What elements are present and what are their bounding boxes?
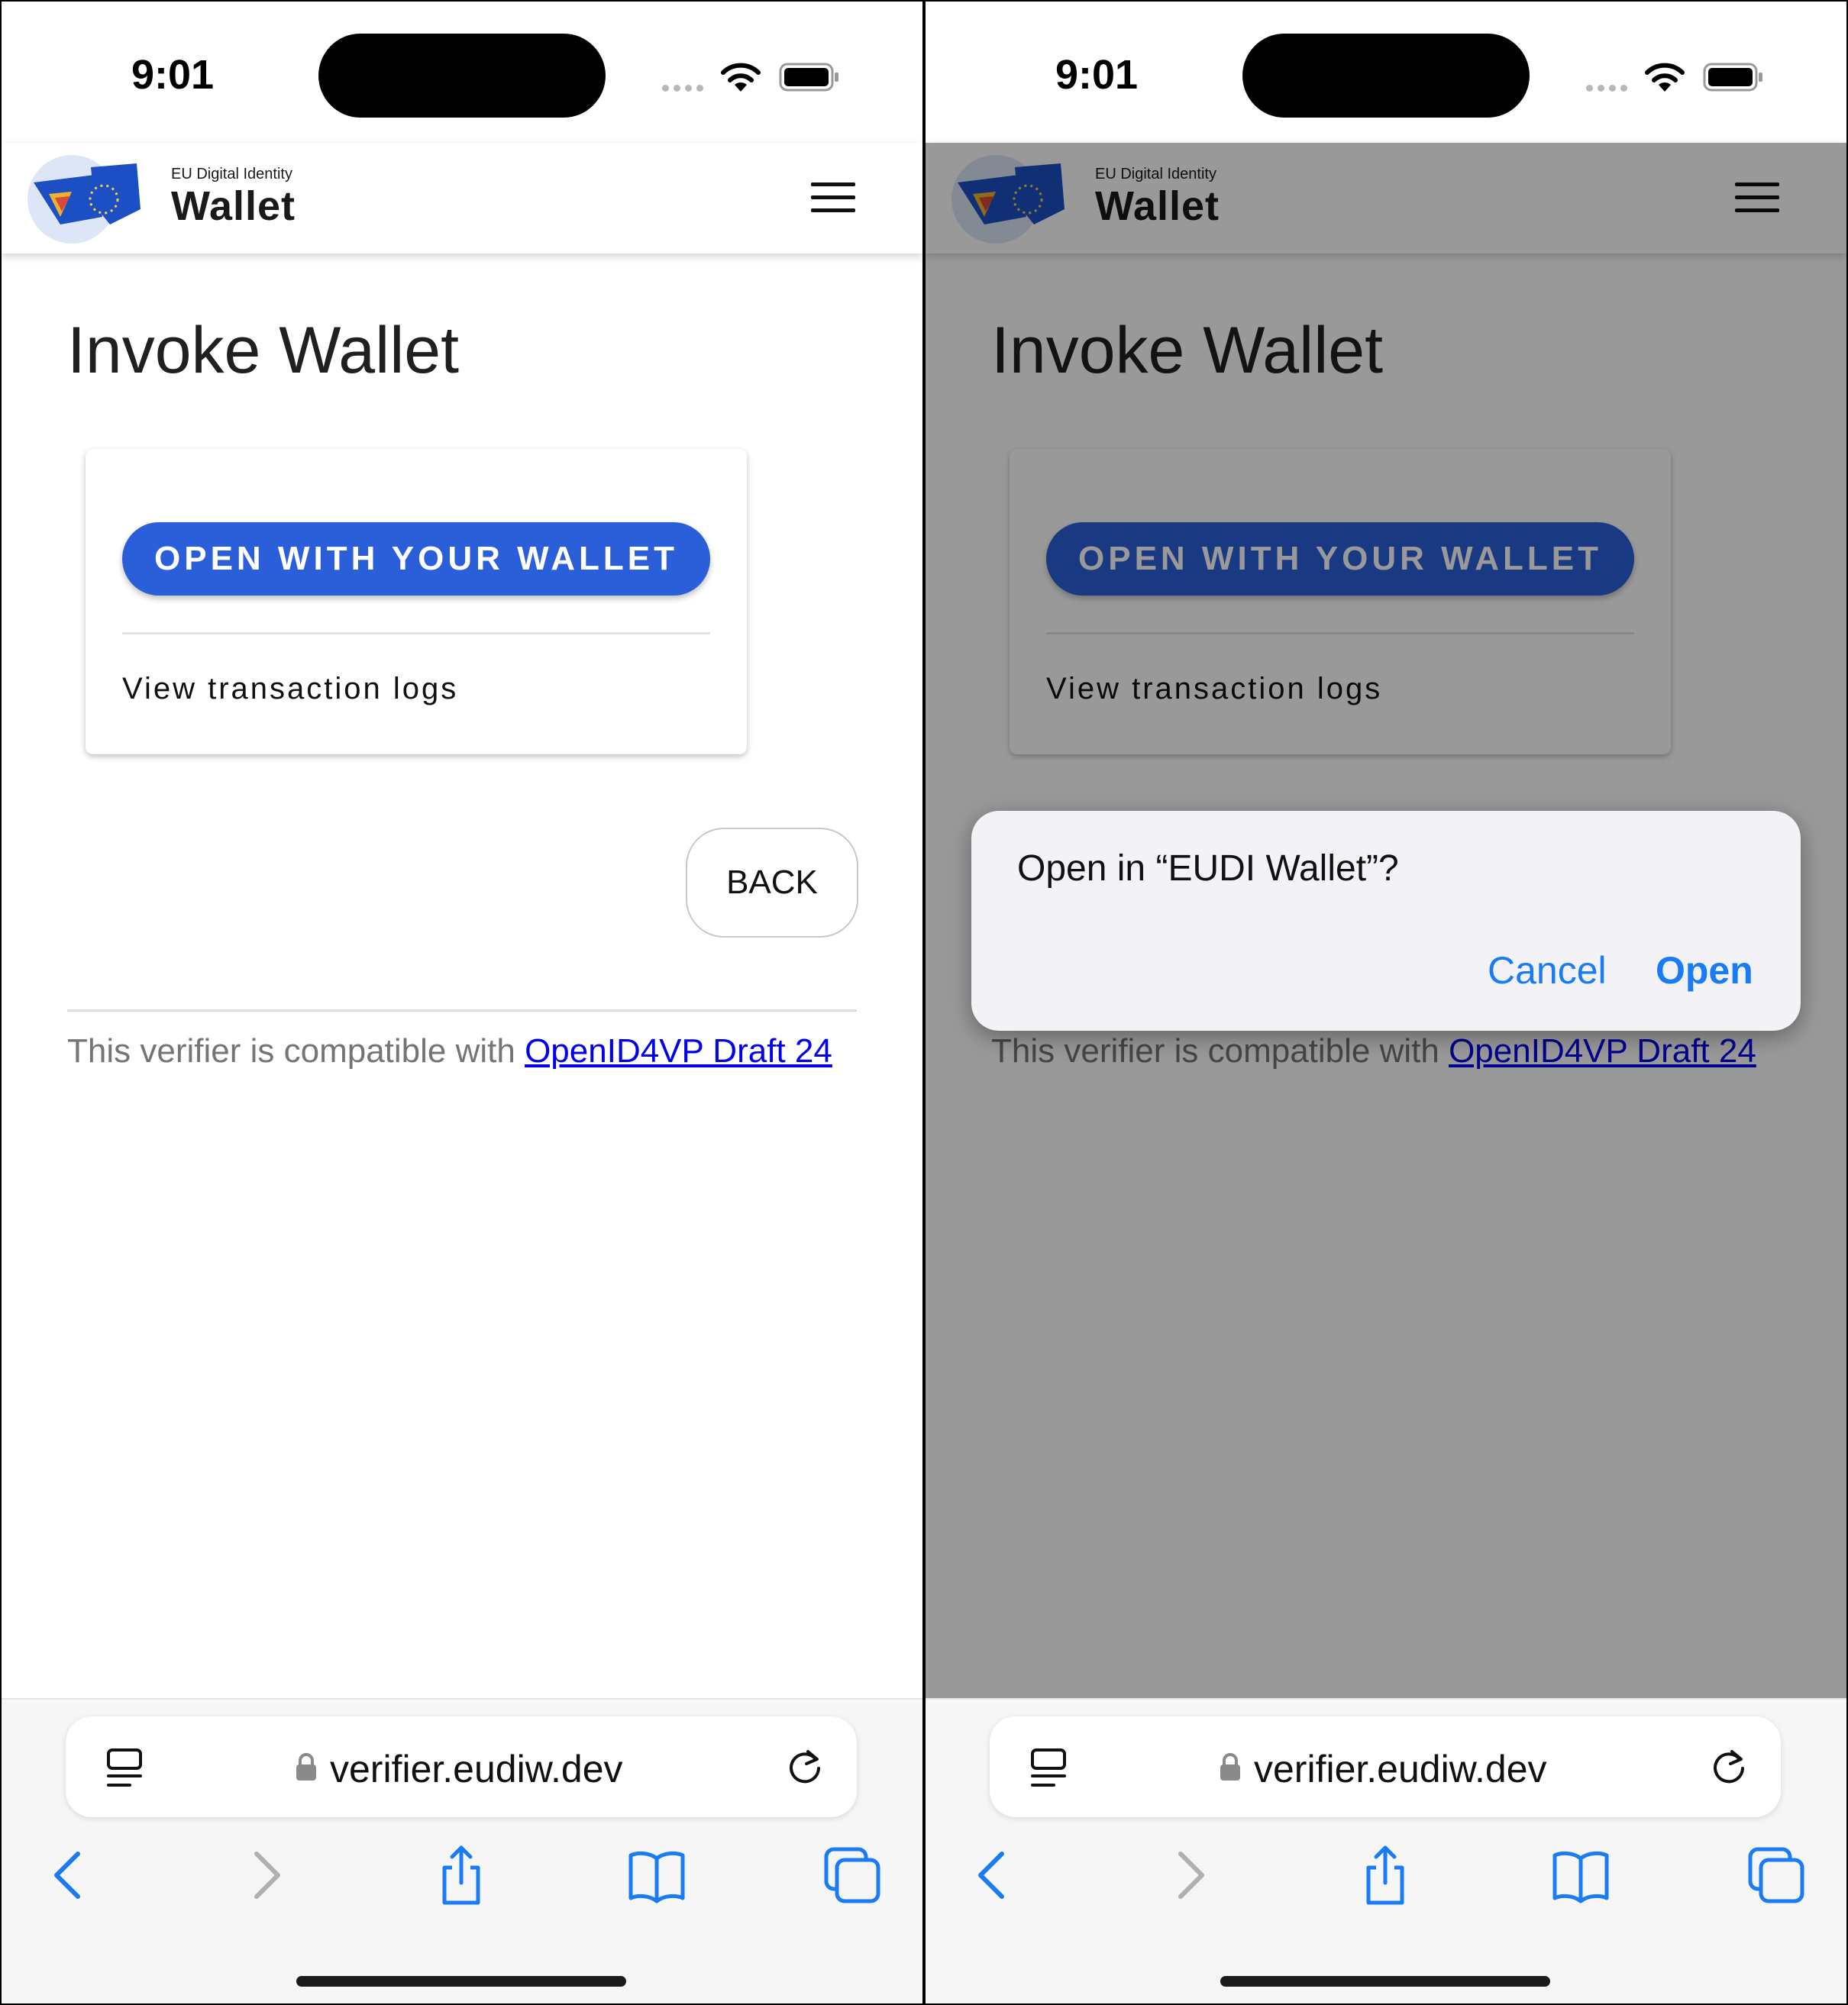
- page-menu-icon[interactable]: [1029, 1747, 1068, 1790]
- divider: [122, 632, 710, 634]
- open-app-dialog: Open in “EUDI Wallet”? Cancel Open: [971, 811, 1801, 1031]
- dialog-title: Open in “EUDI Wallet”?: [1017, 848, 1399, 889]
- tabs-icon[interactable]: [1746, 1845, 1807, 1906]
- reload-icon[interactable]: [1707, 1745, 1750, 1788]
- back-chevron-icon[interactable]: [38, 1845, 99, 1906]
- wallet-card: OPEN WITH YOUR WALLET View transaction l…: [86, 449, 747, 754]
- lock-icon: [296, 1753, 316, 1781]
- address-bar[interactable]: verifier.eudiw.dev: [66, 1716, 857, 1817]
- divider: [67, 1009, 857, 1012]
- tabs-icon[interactable]: [822, 1845, 883, 1906]
- dynamic-island: [1242, 34, 1530, 118]
- compatibility-text: This verifier is compatible with: [67, 1032, 525, 1070]
- openid4vp-link[interactable]: OpenID4VP Draft 24: [525, 1032, 832, 1070]
- dialog-open-button[interactable]: Open: [1656, 948, 1753, 993]
- site-header: EU Digital Identity Wallet: [2, 143, 922, 253]
- view-transaction-logs-link[interactable]: View transaction logs: [122, 672, 458, 706]
- browser-toolbar: verifier.eudiw.dev: [926, 1698, 1846, 2003]
- lock-icon: [1220, 1753, 1240, 1781]
- clock: 9:01: [131, 52, 215, 98]
- wifi-icon: [721, 63, 761, 92]
- compatibility-note: This verifier is compatible with OpenID4…: [67, 1032, 832, 1070]
- back-chevron-icon[interactable]: [962, 1845, 1023, 1906]
- dialog-cancel-button[interactable]: Cancel: [1488, 948, 1607, 993]
- battery-icon: [1703, 63, 1762, 92]
- browser-toolbar: verifier.eudiw.dev: [2, 1698, 922, 2003]
- cellular-signal-icon: [662, 82, 709, 92]
- url-text[interactable]: verifier.eudiw.dev: [1254, 1747, 1547, 1791]
- cellular-signal-icon: [1586, 82, 1633, 92]
- phone-screen-with-dialog: 9:01 EU Digital Identity Wallet Invoke W…: [926, 2, 1846, 2003]
- dynamic-island: [318, 34, 606, 118]
- phone-screen-before: 9:01 EU Digital Identity Wallet Invoke W…: [2, 2, 922, 2003]
- bookmarks-icon[interactable]: [1550, 1845, 1611, 1906]
- bookmarks-icon[interactable]: [626, 1845, 687, 1906]
- reload-icon[interactable]: [783, 1745, 826, 1788]
- forward-chevron-icon[interactable]: [1159, 1845, 1220, 1906]
- forward-chevron-icon[interactable]: [235, 1845, 296, 1906]
- battery-icon: [779, 63, 838, 92]
- hamburger-menu-icon[interactable]: [811, 182, 855, 215]
- eudi-wallet-logo-icon: [27, 155, 141, 244]
- page-menu-icon[interactable]: [105, 1747, 144, 1790]
- url-text[interactable]: verifier.eudiw.dev: [330, 1747, 623, 1791]
- browser-nav-row: [2, 1845, 922, 1913]
- page-title: Invoke Wallet: [67, 314, 460, 387]
- browser-nav-row: [926, 1845, 1846, 1913]
- status-bar: 9:01: [2, 2, 922, 143]
- logo-title: Wallet: [171, 183, 296, 229]
- clock: 9:01: [1055, 52, 1139, 98]
- share-icon[interactable]: [1355, 1845, 1416, 1906]
- wifi-icon: [1645, 63, 1685, 92]
- address-bar[interactable]: verifier.eudiw.dev: [990, 1716, 1781, 1817]
- home-indicator: [296, 1976, 626, 1987]
- back-button[interactable]: BACK: [686, 828, 858, 938]
- status-bar: 9:01: [926, 2, 1846, 143]
- home-indicator: [1220, 1976, 1550, 1987]
- share-icon[interactable]: [431, 1845, 492, 1906]
- open-with-wallet-button[interactable]: OPEN WITH YOUR WALLET: [122, 522, 710, 596]
- logo-subtitle: EU Digital Identity: [171, 166, 292, 182]
